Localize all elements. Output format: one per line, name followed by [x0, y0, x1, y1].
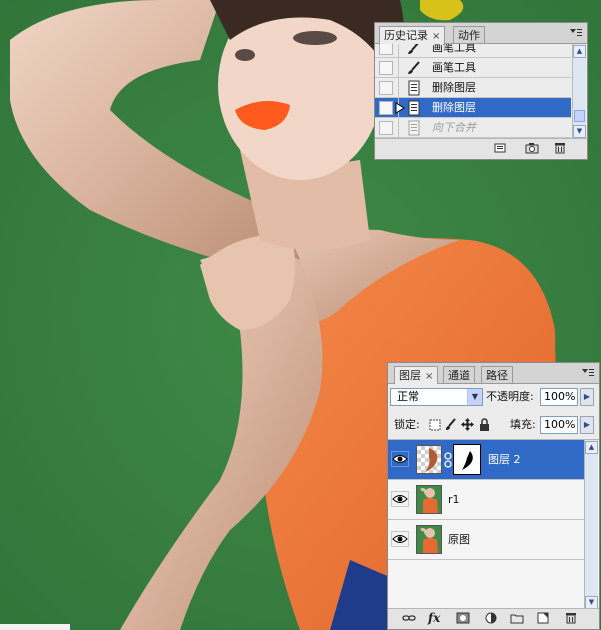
brush-icon — [408, 44, 419, 54]
visibility-eye-icon[interactable] — [391, 531, 409, 547]
layer-row[interactable]: r1 — [388, 480, 584, 520]
fill-input[interactable]: 100% — [540, 416, 578, 434]
layers-scrollbar[interactable]: ▲ ▼ — [584, 440, 598, 611]
lock-pixels-brush-icon[interactable] — [445, 418, 457, 431]
layer-row-selected[interactable]: 图层 2 — [388, 440, 584, 480]
history-scrollbar[interactable]: ▲ ▼ — [572, 44, 586, 140]
history-panel: 历史记录 × 动作 画笔工具 画笔工具 删除图层 删除图层 向下合并 ▲ ▼ — [374, 22, 588, 160]
snapshot-source-checkbox[interactable] — [379, 101, 393, 115]
history-state-label: 向下合并 — [432, 121, 476, 134]
lock-label: 锁定: — [394, 418, 420, 431]
visibility-eye-icon[interactable] — [391, 491, 409, 507]
tab-actions[interactable]: 动作 — [453, 26, 485, 43]
mask-icon[interactable] — [456, 612, 470, 624]
panel-menu-icon[interactable] — [581, 367, 595, 379]
scroll-down-icon[interactable]: ▼ — [573, 125, 586, 138]
history-state-row-selected[interactable]: 删除图层 — [375, 98, 571, 118]
blend-mode-value: 正常 — [397, 390, 419, 403]
tab-actions-label: 动作 — [458, 29, 480, 42]
history-state-label: 画笔工具 — [432, 44, 476, 54]
layer-thumbnail[interactable] — [416, 445, 442, 474]
layer-list: 图层 2 r1 原图 — [388, 439, 599, 612]
history-state-icon — [408, 120, 420, 136]
opacity-input[interactable]: 100% — [540, 388, 578, 406]
tab-history[interactable]: 历史记录 × — [379, 26, 446, 44]
layers-panel: 图层 × 通道 路径 正常 ▼ 不透明度: 100% ▶ 锁定: 填充: 100%… — [387, 362, 600, 630]
layer-thumbnail[interactable] — [416, 485, 442, 514]
layer-row[interactable]: 原图 — [388, 520, 584, 560]
fill-slider-arrow-icon[interactable]: ▶ — [580, 416, 594, 434]
tab-history-label: 历史记录 — [384, 29, 428, 42]
adjustment-icon[interactable] — [484, 612, 498, 624]
trash-icon[interactable] — [553, 142, 567, 154]
history-state-label: 删除图层 — [432, 81, 476, 94]
history-state-icon — [408, 80, 420, 96]
new-document-icon[interactable] — [493, 142, 507, 154]
history-footer — [375, 138, 587, 159]
tab-channels[interactable]: 通道 — [443, 366, 475, 383]
scroll-up-icon[interactable]: ▲ — [573, 45, 586, 58]
tab-paths[interactable]: 路径 — [481, 366, 513, 383]
link-icon[interactable] — [402, 612, 416, 624]
close-icon[interactable]: × — [425, 371, 433, 382]
tab-channels-label: 通道 — [448, 369, 470, 382]
brush-icon — [408, 61, 420, 74]
history-current-marker-icon — [395, 102, 405, 114]
snapshot-source-checkbox[interactable] — [379, 81, 393, 95]
visibility-eye-icon[interactable] — [391, 451, 409, 467]
lock-position-move-icon[interactable] — [461, 418, 474, 431]
history-panel-tabs: 历史记录 × 动作 — [375, 23, 587, 44]
history-state-row[interactable]: 删除图层 — [375, 78, 571, 98]
snapshot-camera-icon[interactable] — [525, 142, 539, 154]
history-state-row[interactable]: 向下合并 — [375, 118, 571, 138]
mask-link-chain-icon[interactable] — [444, 452, 452, 468]
opacity-slider-arrow-icon[interactable]: ▶ — [580, 388, 594, 406]
layer-name[interactable]: r1 — [448, 480, 460, 520]
trash-icon[interactable] — [564, 612, 578, 624]
lock-fill-row: 锁定: 填充: 100% ▶ — [388, 413, 599, 437]
new-layer-icon[interactable] — [536, 612, 550, 624]
tab-layers-label: 图层 — [399, 369, 421, 382]
snapshot-source-checkbox[interactable] — [379, 61, 393, 75]
history-state-row[interactable]: 画笔工具 — [375, 58, 571, 78]
history-state-row[interactable]: 画笔工具 — [375, 44, 571, 58]
snapshot-source-checkbox[interactable] — [379, 121, 393, 135]
history-state-label: 删除图层 — [432, 101, 476, 114]
opacity-label: 不透明度: — [486, 390, 534, 403]
layer-thumbnail[interactable] — [416, 525, 442, 554]
blend-mode-select[interactable]: 正常 ▼ — [390, 388, 483, 406]
scroll-up-icon[interactable]: ▲ — [585, 441, 598, 454]
snapshot-source-checkbox[interactable] — [379, 44, 393, 55]
layer-name[interactable]: 图层 2 — [488, 440, 521, 480]
history-state-label: 画笔工具 — [432, 61, 476, 74]
blend-opacity-row: 正常 ▼ 不透明度: 100% ▶ — [388, 385, 599, 409]
fx-icon[interactable]: fx — [428, 611, 440, 625]
tab-layers[interactable]: 图层 × — [394, 366, 439, 384]
folder-icon[interactable] — [510, 612, 524, 624]
layer-mask-thumbnail[interactable] — [453, 444, 481, 475]
scroll-thumb[interactable] — [574, 110, 585, 122]
tab-paths-label: 路径 — [486, 369, 508, 382]
history-state-icon — [408, 100, 420, 116]
close-icon[interactable]: × — [432, 31, 440, 42]
layers-panel-tabs: 图层 × 通道 路径 — [388, 363, 599, 384]
lock-all-icon[interactable] — [479, 418, 490, 431]
layer-name[interactable]: 原图 — [448, 520, 470, 560]
lock-transparency-icon[interactable] — [429, 419, 441, 431]
history-list: 画笔工具 画笔工具 删除图层 删除图层 向下合并 — [375, 44, 587, 140]
panel-menu-icon[interactable] — [569, 27, 583, 39]
layers-footer: fx — [388, 608, 599, 629]
chevron-down-icon[interactable]: ▼ — [467, 389, 482, 405]
fill-label: 填充: — [510, 418, 536, 431]
